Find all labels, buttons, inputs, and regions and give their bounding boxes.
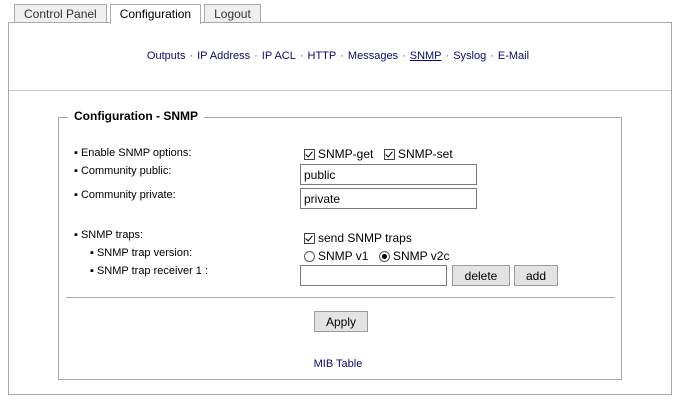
snmp-get-option[interactable]: SNMP-get bbox=[304, 147, 373, 161]
subnav-messages[interactable]: Messages bbox=[348, 50, 398, 62]
config-subnav: Outputs · IP Address · IP ACL · HTTP · Messages ·… bbox=[0, 50, 676, 62]
community-private-label: ▪ Community private: bbox=[74, 189, 176, 201]
subnav-separator: · bbox=[189, 50, 194, 62]
subnav-http[interactable]: HTTP bbox=[308, 50, 337, 62]
subnav-separator: · bbox=[299, 50, 304, 62]
trap-version-label: ▪ SNMP trap version: bbox=[90, 247, 193, 259]
snmp-get-checkbox[interactable] bbox=[304, 148, 315, 160]
trap-v2c-option[interactable]: SNMP v2c bbox=[379, 249, 449, 263]
trap-v1-option[interactable]: SNMP v1 bbox=[304, 249, 368, 263]
subnav-separator: · bbox=[402, 50, 406, 62]
apply-button[interactable]: Apply bbox=[314, 311, 368, 332]
tab-control-panel[interactable]: Control Panel bbox=[14, 4, 107, 22]
send-traps-label: send SNMP traps bbox=[318, 231, 412, 245]
tab-logout[interactable]: Logout bbox=[204, 4, 261, 22]
snmp-set-checkbox[interactable] bbox=[384, 148, 395, 160]
snmp-traps-label: ▪ SNMP traps: bbox=[74, 229, 144, 241]
subnav-separator: · bbox=[490, 50, 494, 62]
add-button[interactable]: add bbox=[514, 265, 558, 286]
snmp-set-option[interactable]: SNMP-set bbox=[384, 147, 453, 161]
send-traps-checkbox[interactable] bbox=[304, 232, 315, 244]
trap-v1-label: SNMP v1 bbox=[318, 249, 369, 263]
community-private-input[interactable] bbox=[300, 188, 477, 209]
trap-v2c-radio[interactable] bbox=[379, 250, 390, 262]
subnav-separator: · bbox=[445, 50, 450, 62]
trap-v2c-label: SNMP v2c bbox=[393, 249, 450, 263]
subnav-ip-address[interactable]: IP Address bbox=[197, 50, 250, 62]
enable-snmp-label: ▪ Enable SNMP options: bbox=[74, 147, 192, 159]
subnav-ip-acl[interactable]: IP ACL bbox=[262, 50, 296, 62]
form-divider bbox=[66, 297, 615, 298]
subnav-snmp[interactable]: SNMP bbox=[410, 50, 442, 62]
mib-table-link[interactable]: MIB Table bbox=[0, 358, 676, 370]
tab-configuration[interactable]: Configuration bbox=[109, 4, 202, 24]
subnav-divider bbox=[9, 90, 671, 91]
subnav-email[interactable]: E-Mail bbox=[498, 50, 529, 62]
trap-receiver-label: ▪ SNMP trap receiver 1 : bbox=[90, 265, 209, 277]
snmp-set-label: SNMP-set bbox=[398, 147, 453, 161]
top-tab-bar: Control Panel Configuration Logout bbox=[14, 4, 264, 24]
community-public-label: ▪ Community public: bbox=[74, 165, 172, 177]
trap-receiver-input[interactable] bbox=[300, 265, 447, 286]
trap-v1-radio[interactable] bbox=[304, 250, 315, 262]
subnav-separator: · bbox=[340, 50, 344, 62]
subnav-separator: · bbox=[254, 50, 258, 62]
subnav-syslog[interactable]: Syslog bbox=[453, 50, 486, 62]
delete-button[interactable]: delete bbox=[452, 265, 510, 286]
community-public-input[interactable] bbox=[300, 164, 477, 185]
subnav-outputs[interactable]: Outputs bbox=[147, 50, 186, 62]
snmp-get-label: SNMP-get bbox=[318, 147, 374, 161]
send-traps-option[interactable]: send SNMP traps bbox=[304, 231, 412, 245]
section-title: Configuration - SNMP bbox=[68, 109, 204, 123]
